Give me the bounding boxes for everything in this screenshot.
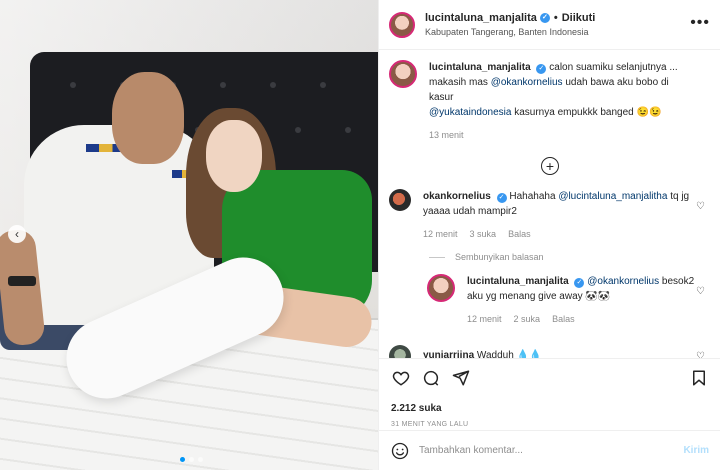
mention-link[interactable]: @okankornelius	[587, 276, 659, 287]
post-header: lucintaluna_manjalita ✓ • Diikuti Kabupa…	[379, 0, 720, 50]
add-comment-bar: Kirim	[379, 430, 720, 470]
caption-username[interactable]: lucintaluna_manjalita	[429, 62, 531, 73]
like-heart-icon[interactable]	[391, 368, 411, 388]
post-time-ago: 31 MENIT YANG LALU	[391, 421, 469, 428]
comment-bubble-icon[interactable]	[421, 368, 441, 388]
verified-badge-icon: ✓	[539, 13, 550, 23]
bookmark-icon[interactable]	[689, 368, 709, 388]
caption-text: makasih mas	[429, 77, 491, 88]
caption: lucintaluna_manjalita ✓ calon suamiku se…	[389, 60, 711, 143]
verified-badge-icon: ✓	[574, 278, 585, 288]
header-text: lucintaluna_manjalita ✓ • Diikuti Kabupa…	[425, 12, 595, 37]
comment-text: Wadduh 💧💧	[476, 350, 542, 358]
comment: yuniarriina Wadduh 💧💧 ♡	[389, 345, 711, 358]
carousel-dot	[180, 457, 185, 462]
comment-text: Hahahaha	[509, 191, 559, 202]
avatar[interactable]	[427, 274, 455, 302]
comments-section[interactable]: lucintaluna_manjalita ✓ calon suamiku se…	[379, 50, 720, 358]
caption-text: kasurnya empukkk banged 😉😉	[511, 107, 662, 118]
comment-input[interactable]	[419, 445, 684, 456]
comment-like-heart-icon[interactable]: ♡	[696, 351, 705, 358]
share-send-icon[interactable]	[451, 368, 471, 388]
carousel-prev-button[interactable]: ‹	[8, 225, 26, 243]
follow-status-button[interactable]: Diikuti	[562, 12, 596, 24]
comment-like-heart-icon[interactable]: ♡	[696, 286, 705, 297]
verified-badge-icon: ✓	[536, 64, 547, 74]
location-link[interactable]: Kabupaten Tangerang, Banten Indonesia	[425, 27, 595, 37]
comment-likes[interactable]: 3 suka	[470, 227, 497, 242]
hide-replies-label: Sembunyikan balasan	[455, 252, 544, 262]
comment-likes[interactable]: 2 suka	[514, 312, 541, 327]
mention-link[interactable]: @yukataindonesia	[429, 107, 511, 118]
divider	[429, 256, 445, 258]
reply-button[interactable]: Balas	[508, 227, 531, 242]
post-photo[interactable]: ‹	[0, 0, 378, 470]
comment-reply: lucintaluna_manjalita ✓ @okankornelius b…	[427, 274, 711, 327]
carousel-dot	[189, 457, 194, 462]
comment-time: 12 menit	[423, 229, 458, 239]
comment-username[interactable]: yuniarriina	[423, 350, 474, 358]
send-comment-button[interactable]: Kirim	[683, 445, 709, 456]
comment-time: 12 menit	[467, 314, 502, 324]
load-more-comments-icon[interactable]: +	[541, 157, 559, 175]
carousel-dots	[180, 457, 203, 462]
comment-username[interactable]: okankornelius	[423, 191, 491, 202]
caption-text: calon suamiku selanjutnya ...	[549, 62, 678, 73]
reply-button[interactable]: Balas	[552, 312, 575, 327]
separator: •	[553, 12, 558, 24]
woman-face	[206, 120, 262, 192]
wristwatch	[8, 276, 36, 286]
comment-username[interactable]: lucintaluna_manjalita	[467, 276, 569, 287]
comment-like-heart-icon[interactable]: ♡	[696, 201, 705, 212]
avatar[interactable]	[389, 60, 417, 88]
caption-time: 13 menit	[429, 130, 464, 140]
emoji-picker-icon[interactable]	[391, 442, 409, 460]
post-detail-panel: lucintaluna_manjalita ✓ • Diikuti Kabupa…	[378, 0, 720, 470]
mention-link[interactable]: @okankornelius	[491, 77, 563, 88]
comment: okankornelius ✓ Hahahaha @lucintaluna_ma…	[389, 189, 711, 242]
carousel-dot	[198, 457, 203, 462]
man-head	[112, 72, 184, 164]
more-options-icon[interactable]: •••	[690, 14, 710, 32]
mention-link[interactable]: @lucintaluna_manjalitha	[558, 191, 667, 202]
avatar[interactable]	[389, 189, 411, 211]
likes-count[interactable]: 2.212 suka	[391, 403, 709, 414]
author-username[interactable]: lucintaluna_manjalita	[425, 12, 537, 24]
post-actions: 2.212 suka 31 MENIT YANG LALU	[379, 358, 720, 430]
hide-replies-button[interactable]: Sembunyikan balasan	[429, 252, 711, 262]
avatar[interactable]	[389, 11, 415, 38]
verified-badge-icon: ✓	[496, 193, 507, 203]
avatar[interactable]	[389, 345, 411, 358]
